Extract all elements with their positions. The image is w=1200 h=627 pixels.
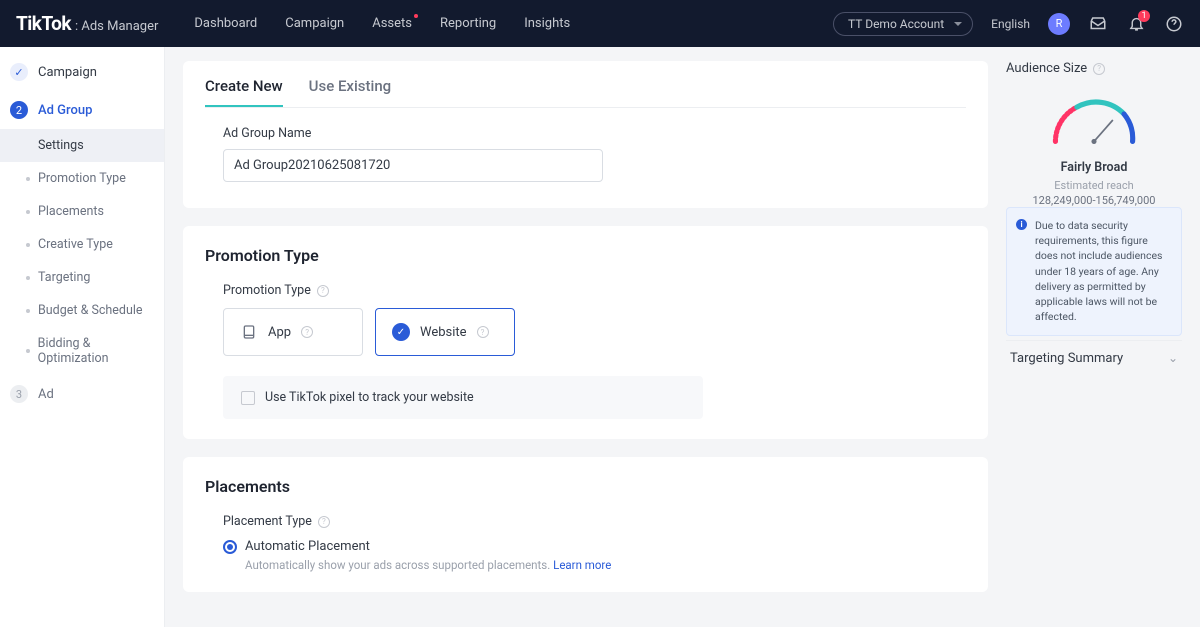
audience-size-panel: Audience Size ? Fairly Broad Estimated r… bbox=[1006, 61, 1182, 376]
card-promotion-type: Promotion Type Promotion Type ? App ? ✓ bbox=[183, 226, 988, 439]
audience-size-title: Audience Size ? bbox=[1006, 61, 1182, 76]
brand: TikTok : Ads Manager bbox=[16, 12, 158, 35]
nav-assets[interactable]: Assets bbox=[372, 16, 412, 31]
bullet-icon bbox=[26, 276, 30, 280]
bullet-icon bbox=[26, 177, 30, 181]
top-bar: TikTok : Ads Manager Dashboard Campaign … bbox=[0, 0, 1200, 47]
pixel-checkbox[interactable] bbox=[241, 391, 255, 405]
subnav-bidding-optimization[interactable]: Bidding & Optimization bbox=[0, 327, 164, 375]
targeting-summary-toggle[interactable]: Targeting Summary ⌄ bbox=[1006, 340, 1182, 376]
brand-logo-text: TikTok bbox=[16, 12, 71, 35]
subnav-targeting[interactable]: Targeting bbox=[0, 261, 164, 294]
bullet-icon bbox=[26, 210, 30, 214]
subnav-settings[interactable]: Settings bbox=[0, 129, 164, 162]
inbox-icon[interactable] bbox=[1088, 14, 1108, 34]
info-icon[interactable]: ? bbox=[1093, 63, 1105, 75]
promotion-type-label: Promotion Type ? bbox=[223, 283, 966, 298]
pixel-text: Use TikTok pixel to track your website bbox=[265, 390, 474, 405]
tab-use-existing[interactable]: Use Existing bbox=[309, 77, 392, 107]
subnav: Settings Promotion Type Placements Creat… bbox=[0, 129, 164, 375]
app-icon bbox=[240, 323, 258, 341]
info-icon[interactable]: ? bbox=[301, 326, 313, 338]
notification-badge: 1 bbox=[1138, 10, 1150, 22]
radio-icon bbox=[223, 540, 237, 554]
account-selector[interactable]: TT Demo Account bbox=[833, 12, 973, 36]
step-ad-group[interactable]: 2 Ad Group bbox=[0, 91, 164, 129]
step-label: Ad bbox=[38, 387, 54, 402]
step-number-icon: 2 bbox=[10, 101, 28, 119]
placement-type-label: Placement Type ? bbox=[223, 514, 966, 529]
option-app-label: App bbox=[268, 325, 291, 340]
pixel-callout: Use TikTok pixel to track your website bbox=[223, 376, 703, 419]
tabs: Create New Use Existing bbox=[205, 77, 966, 108]
top-nav: Dashboard Campaign Assets Reporting Insi… bbox=[194, 16, 570, 31]
subnav-creative-type[interactable]: Creative Type bbox=[0, 228, 164, 261]
step-ad[interactable]: 3 Ad bbox=[0, 375, 164, 413]
audience-range: 128,249,000-156,749,000 bbox=[1006, 194, 1182, 207]
radio-label: Automatic Placement bbox=[245, 539, 370, 554]
nav-dashboard[interactable]: Dashboard bbox=[194, 16, 257, 31]
check-circle-icon: ✓ bbox=[392, 323, 410, 341]
gauge-icon bbox=[1039, 90, 1149, 150]
nav-reporting[interactable]: Reporting bbox=[440, 16, 496, 31]
subnav-promotion-type[interactable]: Promotion Type bbox=[0, 162, 164, 195]
learn-more-link[interactable]: Learn more bbox=[553, 558, 611, 572]
check-icon: ✓ bbox=[10, 63, 28, 81]
language-selector[interactable]: English bbox=[991, 17, 1030, 31]
bullet-icon bbox=[26, 243, 30, 247]
option-website-label: Website bbox=[420, 325, 467, 340]
right-panel: Audience Size ? Fairly Broad Estimated r… bbox=[1006, 61, 1182, 613]
targeting-summary-label: Targeting Summary bbox=[1010, 351, 1123, 366]
avatar[interactable]: R bbox=[1048, 13, 1070, 35]
step-label: Ad Group bbox=[38, 103, 92, 118]
bell-icon[interactable]: 1 bbox=[1126, 14, 1146, 34]
tab-create-new[interactable]: Create New bbox=[205, 77, 283, 107]
help-icon[interactable] bbox=[1164, 14, 1184, 34]
main-content: Create New Use Existing Ad Group Name Pr… bbox=[165, 47, 1200, 627]
radio-automatic-placement[interactable]: Automatic Placement bbox=[223, 539, 966, 554]
subnav-budget-schedule[interactable]: Budget & Schedule bbox=[0, 294, 164, 327]
audience-notice: i Due to data security requirements, thi… bbox=[1006, 207, 1182, 336]
nav-insights[interactable]: Insights bbox=[524, 16, 570, 31]
option-app[interactable]: App ? bbox=[223, 308, 363, 356]
step-campaign[interactable]: ✓ Campaign bbox=[0, 53, 164, 91]
topbar-right: TT Demo Account English R 1 bbox=[833, 12, 1184, 36]
info-filled-icon: i bbox=[1016, 219, 1027, 230]
card-placements: Placements Placement Type ? Automatic Pl… bbox=[183, 457, 988, 592]
subnav-placements[interactable]: Placements bbox=[0, 195, 164, 228]
chevron-down-icon: ⌄ bbox=[1168, 351, 1178, 365]
step-label: Campaign bbox=[38, 65, 97, 80]
assets-dot-icon bbox=[414, 14, 418, 18]
bullet-icon bbox=[26, 349, 30, 353]
info-icon[interactable]: ? bbox=[477, 326, 489, 338]
brand-subtitle: : Ads Manager bbox=[75, 19, 158, 34]
bullet-icon bbox=[26, 309, 30, 313]
card-ad-group-name: Create New Use Existing Ad Group Name bbox=[183, 61, 988, 208]
audience-level: Fairly Broad bbox=[1006, 160, 1182, 175]
option-website[interactable]: ✓ Website ? bbox=[375, 308, 515, 356]
left-sidebar: ✓ Campaign 2 Ad Group Settings Promotion… bbox=[0, 47, 165, 627]
audience-sub: Estimated reach bbox=[1006, 179, 1182, 192]
ad-group-name-label: Ad Group Name bbox=[223, 126, 966, 141]
radio-description: Automatically show your ads across suppo… bbox=[245, 558, 966, 572]
info-icon[interactable]: ? bbox=[317, 285, 329, 297]
placements-title: Placements bbox=[205, 477, 966, 496]
ad-group-name-input[interactable] bbox=[223, 149, 603, 182]
nav-campaign[interactable]: Campaign bbox=[285, 16, 344, 31]
promotion-type-title: Promotion Type bbox=[205, 246, 966, 265]
step-number-icon: 3 bbox=[10, 385, 28, 403]
info-icon[interactable]: ? bbox=[318, 516, 330, 528]
